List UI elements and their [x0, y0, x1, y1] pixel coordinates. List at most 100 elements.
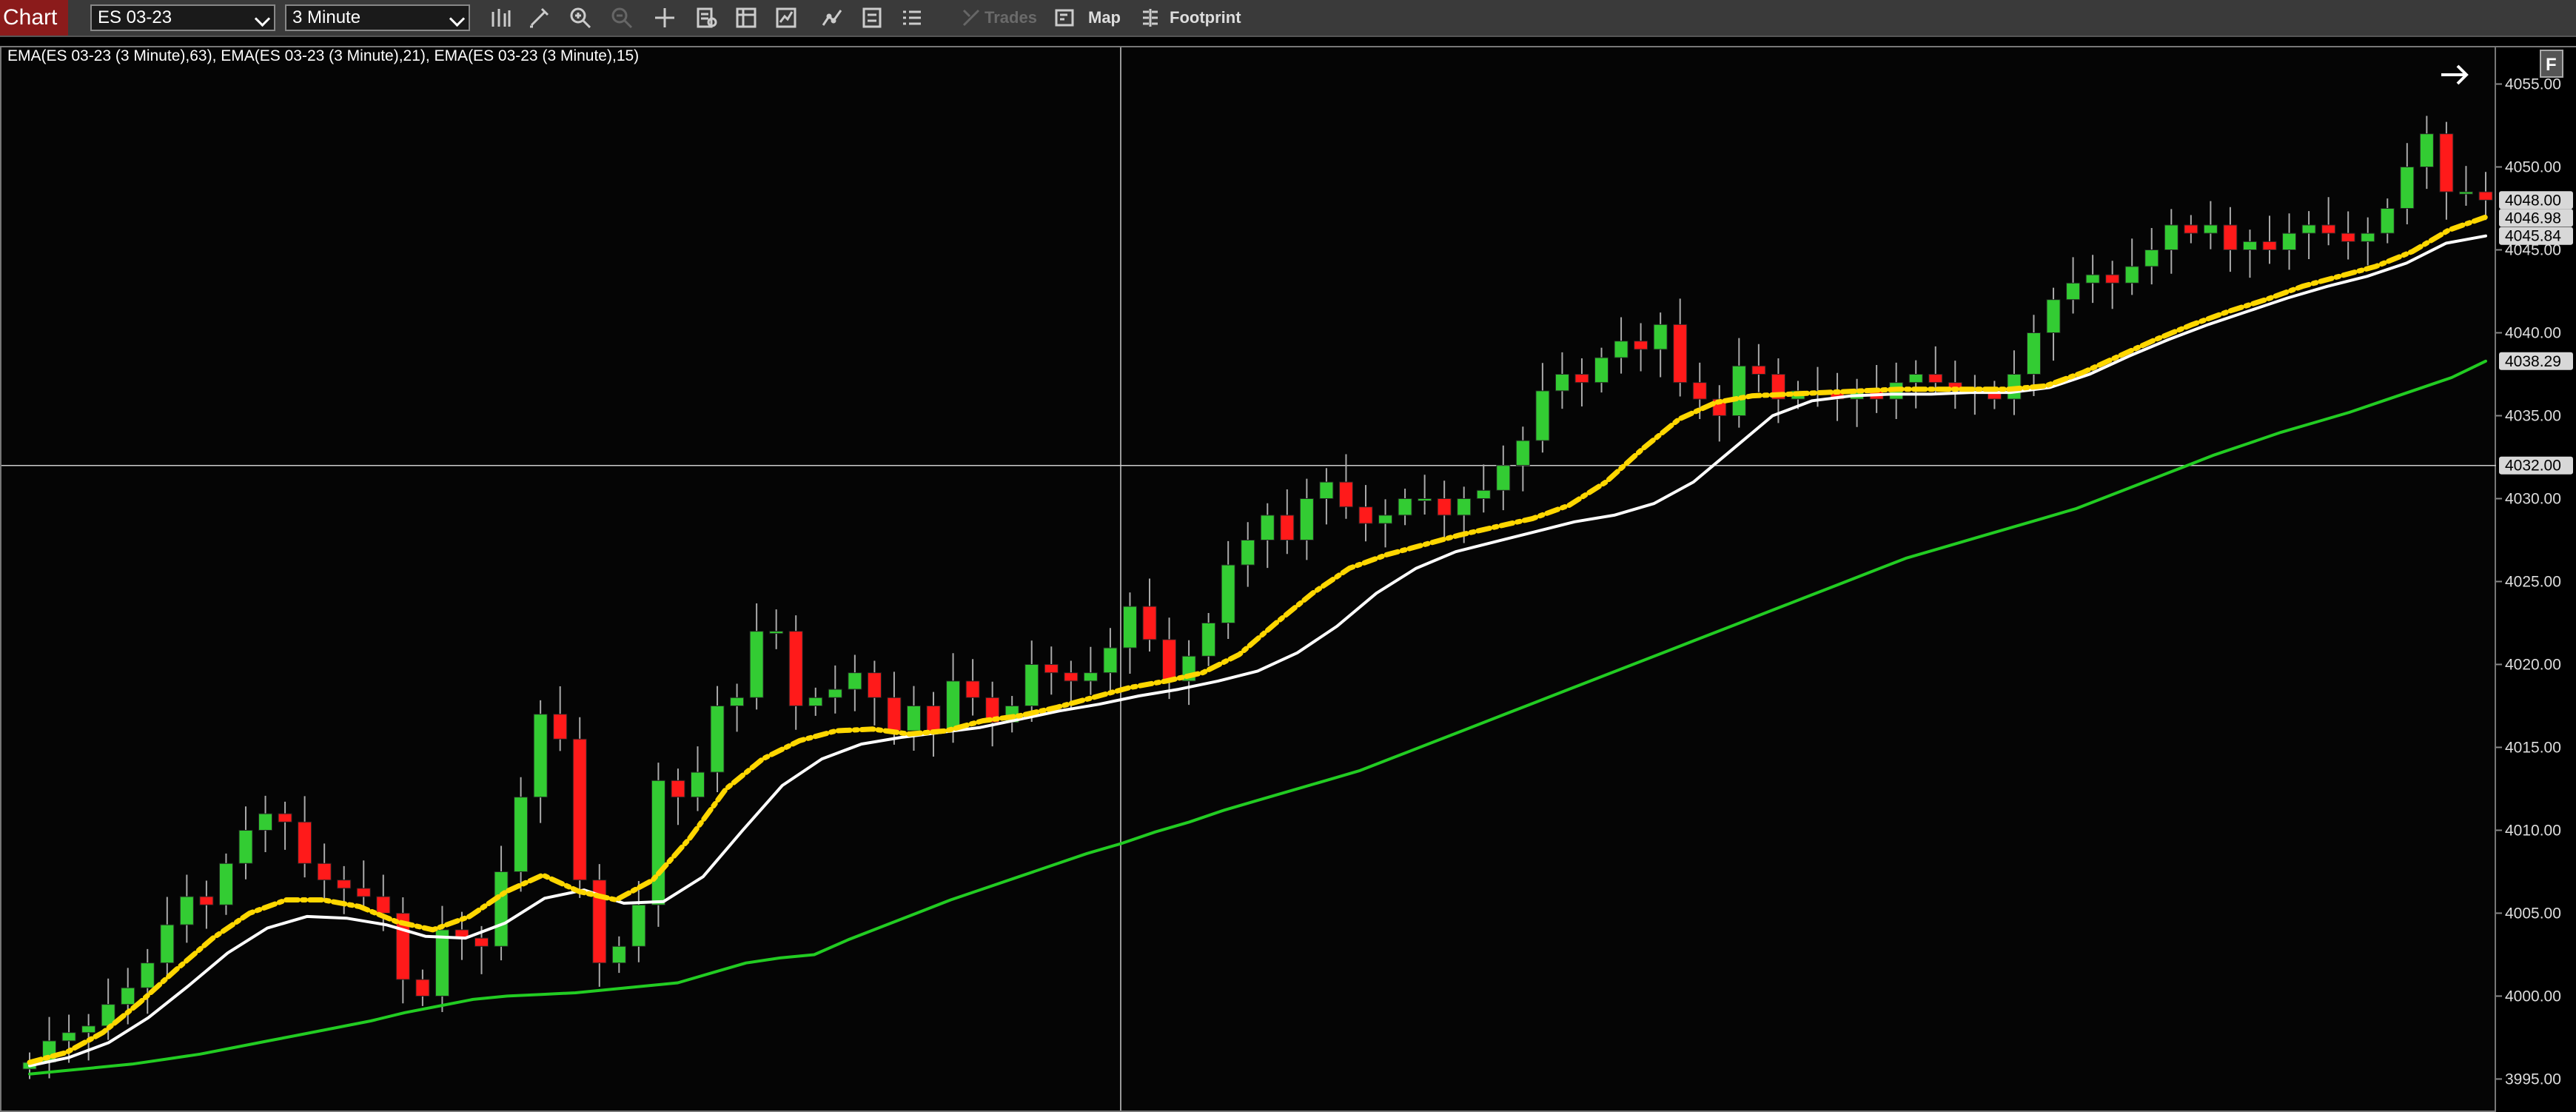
candle-up — [1241, 539, 1255, 566]
candle-up — [1496, 465, 1511, 491]
candle-down — [278, 813, 292, 823]
candle-up — [651, 780, 665, 905]
candle-up — [2026, 332, 2041, 375]
candle-up — [769, 631, 784, 634]
candle-up — [435, 929, 449, 997]
candle-up — [1398, 498, 1412, 516]
candle-up — [1418, 498, 1432, 501]
candles — [22, 115, 2493, 1079]
candle-up — [1653, 324, 1668, 350]
candle-up — [2400, 167, 2415, 210]
candle-down — [1634, 341, 1648, 350]
candle-up — [1476, 489, 1491, 499]
candle-down — [2439, 133, 2454, 192]
candle-up — [828, 689, 842, 698]
price-label-text: 4032.00 — [2505, 458, 2561, 475]
candle-down — [1751, 365, 1766, 375]
candle-down — [965, 680, 980, 698]
candle-down — [2478, 191, 2493, 201]
candle-up — [1083, 672, 1098, 682]
candle-down — [572, 738, 587, 881]
candle-down — [2184, 224, 2198, 234]
candle-down — [1044, 663, 1059, 674]
candle-up — [1535, 390, 1550, 441]
candle-down — [1673, 324, 1688, 383]
candle-down — [199, 896, 214, 905]
axis-tick-label: 4000.00 — [2505, 988, 2561, 1005]
axis-tick-label: 4030.00 — [2505, 490, 2561, 507]
candle-up — [2085, 274, 2100, 284]
candle-up — [2380, 208, 2395, 234]
candle-up — [631, 904, 646, 947]
axis-tick-label: 4010.00 — [2505, 822, 2561, 839]
axis-tick-label: 3995.00 — [2505, 1071, 2561, 1088]
price-label-text: 4038.29 — [2505, 353, 2561, 370]
candle-down — [788, 631, 803, 706]
candle-up — [2046, 299, 2061, 333]
price-label-text: 4045.84 — [2505, 228, 2561, 245]
candle-down — [887, 697, 902, 731]
candle-up — [848, 672, 862, 690]
axis-tick-label: 4015.00 — [2505, 739, 2561, 756]
candle-down — [376, 896, 391, 914]
candle-down — [337, 880, 352, 889]
candle-down — [926, 705, 941, 731]
candle-up — [1221, 564, 1235, 623]
candle-up — [1260, 515, 1275, 540]
candle-up — [2361, 232, 2375, 242]
candle-up — [1201, 622, 1216, 657]
candle-up — [1319, 481, 1334, 499]
candle-down — [1162, 639, 1177, 682]
price-chart[interactable]: 3995.00 4000.00 4005.00 4010.00 4015.00 4020.… — [0, 0, 2576, 1112]
indicator-legend: EMA(ES 03-23 (3 Minute),63), EMA(ES 03-2… — [7, 47, 640, 64]
candle-up — [1554, 373, 1569, 392]
candle-up — [61, 1032, 76, 1042]
candle-up — [140, 962, 155, 988]
candle-up — [2301, 224, 2316, 234]
candle-up — [1122, 606, 1137, 649]
panel-menu-icon: F — [2540, 50, 2563, 78]
candle-down — [2321, 224, 2336, 234]
svg-text:F: F — [2546, 55, 2557, 75]
axis-tick-label: 4055.00 — [2505, 76, 2561, 93]
candle-up — [2203, 224, 2218, 234]
axis-tick-label: 4050.00 — [2505, 159, 2561, 176]
candle-up — [2066, 282, 2081, 301]
candle-up — [2164, 224, 2178, 251]
candle-up — [1731, 365, 1746, 416]
axis-tick-label: 4035.00 — [2505, 407, 2561, 424]
candle-down — [317, 863, 332, 881]
candle-up — [2282, 232, 2297, 251]
candle-down — [1358, 506, 1373, 524]
candle-up — [1457, 498, 1472, 516]
candle-up — [690, 771, 705, 798]
candle-down — [1280, 515, 1295, 540]
candle-down — [1928, 373, 1943, 383]
candle-down — [474, 937, 489, 947]
candle-down — [1064, 672, 1079, 682]
candle-down — [1437, 498, 1452, 516]
candle-down — [415, 979, 430, 997]
candle-down — [553, 714, 568, 740]
candle-up — [906, 705, 921, 731]
candle-down — [1142, 606, 1157, 640]
candle-up — [258, 813, 273, 831]
price-label-text: 4046.98 — [2505, 210, 2561, 227]
candle-up — [2242, 241, 2257, 251]
axis-tick-label: 4025.00 — [2505, 573, 2561, 590]
axis-tick-label: 4005.00 — [2505, 905, 2561, 922]
candle-up — [179, 896, 194, 925]
candle-down — [2223, 224, 2238, 251]
candle-down — [2341, 232, 2355, 242]
candle-up — [1908, 373, 1923, 383]
candle-up — [1378, 515, 1393, 524]
candle-up — [2144, 249, 2159, 267]
candle-up — [710, 705, 725, 773]
candle-up — [2458, 191, 2473, 195]
price-label-text: 4048.00 — [2505, 192, 2561, 209]
candle-up — [1299, 498, 1314, 540]
candle-up — [218, 863, 233, 905]
axis-tick-label: 4040.00 — [2505, 324, 2561, 341]
candle-down — [2105, 274, 2120, 284]
candle-up — [749, 631, 764, 698]
